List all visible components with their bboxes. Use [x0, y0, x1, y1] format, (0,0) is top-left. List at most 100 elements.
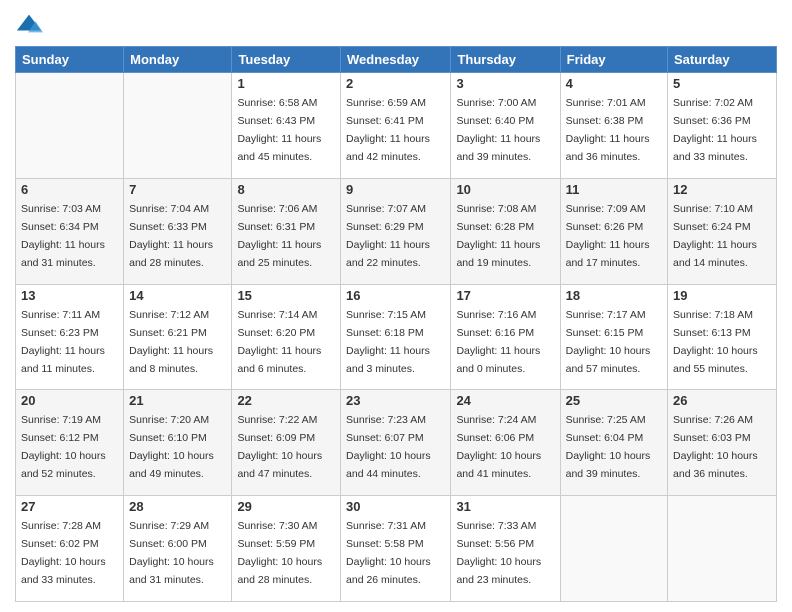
page: Sunday Monday Tuesday Wednesday Thursday… [0, 0, 792, 612]
day-number: 1 [237, 76, 335, 91]
day-number: 6 [21, 182, 118, 197]
day-number: 9 [346, 182, 445, 197]
header-wednesday: Wednesday [341, 47, 451, 73]
day-cell-0-4: 3 Sunrise: 7:00 AMSunset: 6:40 PMDayligh… [451, 73, 560, 179]
header-sunday: Sunday [16, 47, 124, 73]
day-info: Sunrise: 7:14 AMSunset: 6:20 PMDaylight:… [237, 309, 321, 375]
day-info: Sunrise: 7:17 AMSunset: 6:15 PMDaylight:… [566, 309, 651, 375]
day-number: 13 [21, 288, 118, 303]
day-cell-1-4: 10 Sunrise: 7:08 AMSunset: 6:28 PMDaylig… [451, 178, 560, 284]
day-number: 20 [21, 393, 118, 408]
day-cell-1-1: 7 Sunrise: 7:04 AMSunset: 6:33 PMDayligh… [124, 178, 232, 284]
day-number: 27 [21, 499, 118, 514]
day-info: Sunrise: 7:08 AMSunset: 6:28 PMDaylight:… [456, 203, 540, 269]
logo [15, 10, 45, 38]
day-cell-0-5: 4 Sunrise: 7:01 AMSunset: 6:38 PMDayligh… [560, 73, 667, 179]
day-number: 21 [129, 393, 226, 408]
day-cell-3-4: 24 Sunrise: 7:24 AMSunset: 6:06 PMDaylig… [451, 390, 560, 496]
header-tuesday: Tuesday [232, 47, 341, 73]
day-info: Sunrise: 7:09 AMSunset: 6:26 PMDaylight:… [566, 203, 650, 269]
day-cell-0-1 [124, 73, 232, 179]
week-row-0: 1 Sunrise: 6:58 AMSunset: 6:43 PMDayligh… [16, 73, 777, 179]
day-cell-1-0: 6 Sunrise: 7:03 AMSunset: 6:34 PMDayligh… [16, 178, 124, 284]
day-cell-3-1: 21 Sunrise: 7:20 AMSunset: 6:10 PMDaylig… [124, 390, 232, 496]
day-cell-0-2: 1 Sunrise: 6:58 AMSunset: 6:43 PMDayligh… [232, 73, 341, 179]
day-info: Sunrise: 7:29 AMSunset: 6:00 PMDaylight:… [129, 520, 214, 586]
day-number: 10 [456, 182, 554, 197]
day-info: Sunrise: 7:01 AMSunset: 6:38 PMDaylight:… [566, 97, 650, 163]
day-info: Sunrise: 7:00 AMSunset: 6:40 PMDaylight:… [456, 97, 540, 163]
day-cell-4-4: 31 Sunrise: 7:33 AMSunset: 5:56 PMDaylig… [451, 496, 560, 602]
header-saturday: Saturday [668, 47, 777, 73]
day-cell-2-6: 19 Sunrise: 7:18 AMSunset: 6:13 PMDaylig… [668, 284, 777, 390]
day-number: 11 [566, 182, 662, 197]
day-info: Sunrise: 7:18 AMSunset: 6:13 PMDaylight:… [673, 309, 758, 375]
day-number: 18 [566, 288, 662, 303]
day-cell-4-1: 28 Sunrise: 7:29 AMSunset: 6:00 PMDaylig… [124, 496, 232, 602]
day-cell-3-0: 20 Sunrise: 7:19 AMSunset: 6:12 PMDaylig… [16, 390, 124, 496]
header-monday: Monday [124, 47, 232, 73]
logo-icon [15, 10, 43, 38]
day-info: Sunrise: 7:22 AMSunset: 6:09 PMDaylight:… [237, 414, 322, 480]
day-number: 17 [456, 288, 554, 303]
day-cell-4-2: 29 Sunrise: 7:30 AMSunset: 5:59 PMDaylig… [232, 496, 341, 602]
day-info: Sunrise: 7:23 AMSunset: 6:07 PMDaylight:… [346, 414, 431, 480]
day-cell-1-5: 11 Sunrise: 7:09 AMSunset: 6:26 PMDaylig… [560, 178, 667, 284]
day-info: Sunrise: 7:03 AMSunset: 6:34 PMDaylight:… [21, 203, 105, 269]
day-cell-1-3: 9 Sunrise: 7:07 AMSunset: 6:29 PMDayligh… [341, 178, 451, 284]
day-info: Sunrise: 7:04 AMSunset: 6:33 PMDaylight:… [129, 203, 213, 269]
header-thursday: Thursday [451, 47, 560, 73]
header [15, 10, 777, 38]
day-number: 4 [566, 76, 662, 91]
day-number: 29 [237, 499, 335, 514]
week-row-1: 6 Sunrise: 7:03 AMSunset: 6:34 PMDayligh… [16, 178, 777, 284]
day-info: Sunrise: 7:10 AMSunset: 6:24 PMDaylight:… [673, 203, 757, 269]
day-info: Sunrise: 7:16 AMSunset: 6:16 PMDaylight:… [456, 309, 540, 375]
day-cell-0-0 [16, 73, 124, 179]
day-info: Sunrise: 7:12 AMSunset: 6:21 PMDaylight:… [129, 309, 213, 375]
day-number: 2 [346, 76, 445, 91]
day-number: 22 [237, 393, 335, 408]
day-cell-3-3: 23 Sunrise: 7:23 AMSunset: 6:07 PMDaylig… [341, 390, 451, 496]
day-info: Sunrise: 7:11 AMSunset: 6:23 PMDaylight:… [21, 309, 105, 375]
day-number: 15 [237, 288, 335, 303]
day-cell-4-5 [560, 496, 667, 602]
day-cell-2-2: 15 Sunrise: 7:14 AMSunset: 6:20 PMDaylig… [232, 284, 341, 390]
day-number: 12 [673, 182, 771, 197]
day-info: Sunrise: 7:26 AMSunset: 6:03 PMDaylight:… [673, 414, 758, 480]
day-cell-2-4: 17 Sunrise: 7:16 AMSunset: 6:16 PMDaylig… [451, 284, 560, 390]
day-cell-2-3: 16 Sunrise: 7:15 AMSunset: 6:18 PMDaylig… [341, 284, 451, 390]
day-number: 24 [456, 393, 554, 408]
day-info: Sunrise: 7:19 AMSunset: 6:12 PMDaylight:… [21, 414, 106, 480]
day-number: 3 [456, 76, 554, 91]
day-info: Sunrise: 7:28 AMSunset: 6:02 PMDaylight:… [21, 520, 106, 586]
day-number: 23 [346, 393, 445, 408]
day-cell-3-6: 26 Sunrise: 7:26 AMSunset: 6:03 PMDaylig… [668, 390, 777, 496]
week-row-4: 27 Sunrise: 7:28 AMSunset: 6:02 PMDaylig… [16, 496, 777, 602]
day-info: Sunrise: 7:07 AMSunset: 6:29 PMDaylight:… [346, 203, 430, 269]
day-cell-1-2: 8 Sunrise: 7:06 AMSunset: 6:31 PMDayligh… [232, 178, 341, 284]
day-number: 31 [456, 499, 554, 514]
day-number: 5 [673, 76, 771, 91]
day-cell-2-1: 14 Sunrise: 7:12 AMSunset: 6:21 PMDaylig… [124, 284, 232, 390]
day-info: Sunrise: 7:30 AMSunset: 5:59 PMDaylight:… [237, 520, 322, 586]
day-cell-3-2: 22 Sunrise: 7:22 AMSunset: 6:09 PMDaylig… [232, 390, 341, 496]
day-number: 19 [673, 288, 771, 303]
day-info: Sunrise: 7:20 AMSunset: 6:10 PMDaylight:… [129, 414, 214, 480]
day-cell-0-3: 2 Sunrise: 6:59 AMSunset: 6:41 PMDayligh… [341, 73, 451, 179]
day-cell-1-6: 12 Sunrise: 7:10 AMSunset: 6:24 PMDaylig… [668, 178, 777, 284]
day-number: 25 [566, 393, 662, 408]
day-number: 14 [129, 288, 226, 303]
day-info: Sunrise: 6:58 AMSunset: 6:43 PMDaylight:… [237, 97, 321, 163]
day-number: 30 [346, 499, 445, 514]
day-number: 26 [673, 393, 771, 408]
day-info: Sunrise: 7:02 AMSunset: 6:36 PMDaylight:… [673, 97, 757, 163]
day-info: Sunrise: 7:15 AMSunset: 6:18 PMDaylight:… [346, 309, 430, 375]
day-number: 8 [237, 182, 335, 197]
week-row-3: 20 Sunrise: 7:19 AMSunset: 6:12 PMDaylig… [16, 390, 777, 496]
day-number: 28 [129, 499, 226, 514]
day-cell-4-0: 27 Sunrise: 7:28 AMSunset: 6:02 PMDaylig… [16, 496, 124, 602]
day-info: Sunrise: 7:06 AMSunset: 6:31 PMDaylight:… [237, 203, 321, 269]
calendar-table: Sunday Monday Tuesday Wednesday Thursday… [15, 46, 777, 602]
day-cell-4-3: 30 Sunrise: 7:31 AMSunset: 5:58 PMDaylig… [341, 496, 451, 602]
